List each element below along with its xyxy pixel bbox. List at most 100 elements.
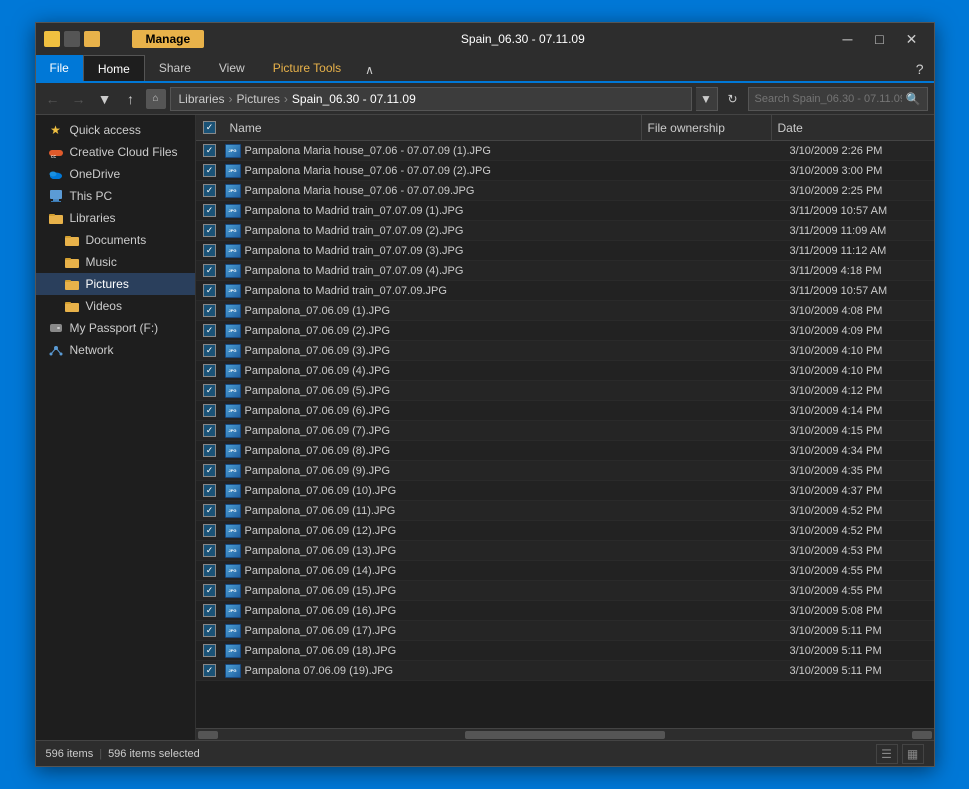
row-checkbox-col[interactable]	[196, 164, 224, 177]
minimize-button[interactable]: ─	[834, 29, 862, 49]
row-checkbox-col[interactable]	[196, 184, 224, 197]
sidebar-item-music[interactable]: Music	[36, 251, 195, 273]
sidebar-item-creative-cloud[interactable]: cc Creative Cloud Files	[36, 141, 195, 163]
row-checkbox-col[interactable]	[196, 504, 224, 517]
table-row[interactable]: JPG Pampalona_07.06.09 (6).JPG 3/10/2009…	[196, 401, 934, 421]
table-row[interactable]: JPG Pampalona_07.06.09 (12).JPG 3/10/200…	[196, 521, 934, 541]
table-row[interactable]: JPG Pampalona_07.06.09 (13).JPG 3/10/200…	[196, 541, 934, 561]
table-row[interactable]: JPG Pampalona_07.06.09 (9).JPG 3/10/2009…	[196, 461, 934, 481]
recent-locations-button[interactable]: ▼	[94, 88, 116, 110]
row-checkbox-col[interactable]	[196, 304, 224, 317]
row-checkbox-col[interactable]	[196, 464, 224, 477]
file-checkbox-6[interactable]	[203, 264, 216, 277]
row-checkbox-col[interactable]	[196, 524, 224, 537]
file-checkbox-1[interactable]	[203, 164, 216, 177]
row-checkbox-col[interactable]	[196, 264, 224, 277]
row-checkbox-col[interactable]	[196, 284, 224, 297]
file-checkbox-24[interactable]	[203, 624, 216, 637]
file-checkbox-15[interactable]	[203, 444, 216, 457]
header-checkbox-col[interactable]	[196, 121, 224, 134]
table-row[interactable]: JPG Pampalona_07.06.09 (17).JPG 3/10/200…	[196, 621, 934, 641]
file-scroll-area[interactable]: JPG Pampalona Maria house_07.06 - 07.07.…	[196, 141, 934, 728]
file-checkbox-18[interactable]	[203, 504, 216, 517]
large-icons-view-button[interactable]: ▦	[902, 744, 924, 764]
table-row[interactable]: JPG Pampalona_07.06.09 (16).JPG 3/10/200…	[196, 601, 934, 621]
row-checkbox-col[interactable]	[196, 344, 224, 357]
sidebar-item-libraries[interactable]: Libraries	[36, 207, 195, 229]
file-checkbox-26[interactable]	[203, 664, 216, 677]
file-checkbox-17[interactable]	[203, 484, 216, 497]
row-checkbox-col[interactable]	[196, 424, 224, 437]
row-checkbox-col[interactable]	[196, 664, 224, 677]
h-scroll-right-btn[interactable]	[912, 731, 932, 739]
row-checkbox-col[interactable]	[196, 584, 224, 597]
file-checkbox-23[interactable]	[203, 604, 216, 617]
sidebar-item-documents[interactable]: Documents	[36, 229, 195, 251]
table-row[interactable]: JPG Pampalona Maria house_07.06 - 07.07.…	[196, 141, 934, 161]
table-row[interactable]: JPG Pampalona Maria house_07.06 - 07.07.…	[196, 181, 934, 201]
file-checkbox-16[interactable]	[203, 464, 216, 477]
row-checkbox-col[interactable]	[196, 544, 224, 557]
row-checkbox-col[interactable]	[196, 224, 224, 237]
file-checkbox-14[interactable]	[203, 424, 216, 437]
row-checkbox-col[interactable]	[196, 324, 224, 337]
manage-tab[interactable]: Manage	[132, 30, 205, 48]
sidebar-item-onedrive[interactable]: OneDrive	[36, 163, 195, 185]
tab-picture-tools[interactable]: Picture Tools	[259, 55, 355, 81]
address-dropdown-button[interactable]: ▼	[696, 87, 718, 111]
table-row[interactable]: JPG Pampalona_07.06.09 (4).JPG 3/10/2009…	[196, 361, 934, 381]
maximize-button[interactable]: □	[866, 29, 894, 49]
search-input[interactable]	[755, 93, 902, 105]
file-checkbox-0[interactable]	[203, 144, 216, 157]
column-name[interactable]: Name	[224, 115, 642, 140]
sidebar-item-quick-access[interactable]: ★ Quick access	[36, 119, 195, 141]
sidebar-item-pictures[interactable]: Pictures	[36, 273, 195, 295]
forward-button[interactable]: →	[68, 88, 90, 110]
horizontal-scrollbar[interactable]	[196, 728, 934, 740]
row-checkbox-col[interactable]	[196, 484, 224, 497]
table-row[interactable]: JPG Pampalona_07.06.09 (10).JPG 3/10/200…	[196, 481, 934, 501]
refresh-button[interactable]: ↻	[722, 88, 744, 110]
file-checkbox-9[interactable]	[203, 324, 216, 337]
row-checkbox-col[interactable]	[196, 384, 224, 397]
file-checkbox-4[interactable]	[203, 224, 216, 237]
table-row[interactable]: JPG Pampalona_07.06.09 (5).JPG 3/10/2009…	[196, 381, 934, 401]
select-all-checkbox[interactable]	[203, 121, 216, 134]
table-row[interactable]: JPG Pampalona to Madrid train_07.07.09 (…	[196, 261, 934, 281]
file-checkbox-22[interactable]	[203, 584, 216, 597]
tab-share[interactable]: Share	[145, 55, 205, 81]
table-row[interactable]: JPG Pampalona_07.06.09 (7).JPG 3/10/2009…	[196, 421, 934, 441]
file-checkbox-2[interactable]	[203, 184, 216, 197]
file-checkbox-3[interactable]	[203, 204, 216, 217]
file-checkbox-8[interactable]	[203, 304, 216, 317]
column-date[interactable]: Date	[772, 115, 922, 140]
file-checkbox-10[interactable]	[203, 344, 216, 357]
table-row[interactable]: JPG Pampalona_07.06.09 (18).JPG 3/10/200…	[196, 641, 934, 661]
sidebar-item-this-pc[interactable]: This PC	[36, 185, 195, 207]
row-checkbox-col[interactable]	[196, 604, 224, 617]
table-row[interactable]: JPG Pampalona_07.06.09 (8).JPG 3/10/2009…	[196, 441, 934, 461]
file-checkbox-13[interactable]	[203, 404, 216, 417]
details-view-button[interactable]: ☰	[876, 744, 898, 764]
help-icon[interactable]: ?	[906, 57, 934, 81]
up-button[interactable]: ↑	[120, 88, 142, 110]
table-row[interactable]: JPG Pampalona 07.06.09 (19).JPG 3/10/200…	[196, 661, 934, 681]
table-row[interactable]: JPG Pampalona Maria house_07.06 - 07.07.…	[196, 161, 934, 181]
row-checkbox-col[interactable]	[196, 364, 224, 377]
table-row[interactable]: JPG Pampalona to Madrid train_07.07.09 (…	[196, 241, 934, 261]
address-path[interactable]: Libraries › Pictures › Spain_06.30 - 07.…	[170, 87, 692, 111]
row-checkbox-col[interactable]	[196, 564, 224, 577]
close-button[interactable]: ✕	[898, 29, 926, 49]
file-checkbox-11[interactable]	[203, 364, 216, 377]
table-row[interactable]: JPG Pampalona_07.06.09 (3).JPG 3/10/2009…	[196, 341, 934, 361]
path-libraries[interactable]: Libraries	[179, 92, 225, 106]
row-checkbox-col[interactable]	[196, 624, 224, 637]
back-button[interactable]: ←	[42, 88, 64, 110]
h-scroll-left-btn[interactable]	[198, 731, 218, 739]
tab-home[interactable]: Home	[83, 55, 145, 81]
file-checkbox-21[interactable]	[203, 564, 216, 577]
file-checkbox-25[interactable]	[203, 644, 216, 657]
file-checkbox-7[interactable]	[203, 284, 216, 297]
file-checkbox-12[interactable]	[203, 384, 216, 397]
tab-file[interactable]: File	[36, 55, 83, 81]
